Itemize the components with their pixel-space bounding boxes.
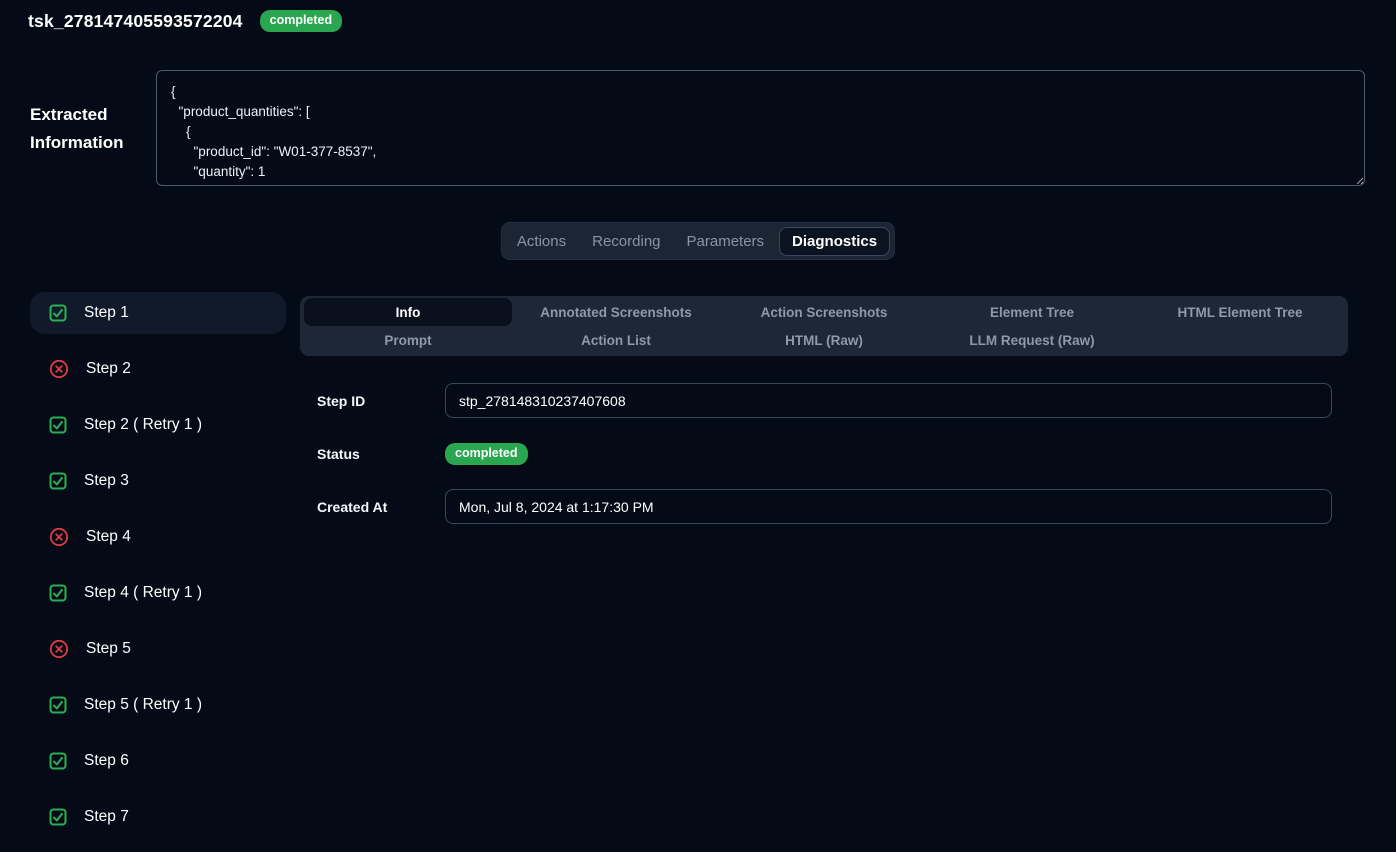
step-list: Step 1 Step 2 Step 2 ( Retry 1 ) Step 3 … <box>30 292 286 852</box>
tab-diagnostics[interactable]: Diagnostics <box>779 227 890 256</box>
x-circle-icon <box>49 359 69 379</box>
check-square-icon <box>49 584 67 602</box>
tab-actions[interactable]: Actions <box>506 227 577 256</box>
check-square-icon <box>49 416 67 434</box>
x-circle-icon <box>49 639 69 659</box>
check-square-icon <box>49 752 67 770</box>
step-list-item[interactable]: Step 1 <box>30 292 286 334</box>
main-tab-bar: Actions Recording Parameters Diagnostics <box>501 222 895 260</box>
x-circle-icon <box>49 527 69 547</box>
check-square-icon <box>49 472 67 490</box>
extracted-information-textarea[interactable]: { "product_quantities": [ { "product_id"… <box>156 70 1365 186</box>
task-header: tsk_278147405593572204 completed <box>28 10 342 32</box>
step-label: Step 5 <box>86 640 131 658</box>
step-label: Step 2 <box>86 360 131 378</box>
step-label: Step 3 <box>84 472 129 490</box>
step-label: Step 5 ( Retry 1 ) <box>84 696 202 714</box>
step-list-item[interactable]: Step 3 <box>30 460 286 502</box>
step-label: Step 2 ( Retry 1 ) <box>84 416 202 434</box>
subtab-html-raw[interactable]: HTML (Raw) <box>720 326 928 354</box>
subtab-prompt[interactable]: Prompt <box>304 326 512 354</box>
step-label: Step 7 <box>84 808 129 826</box>
step-list-item[interactable]: Step 2 ( Retry 1 ) <box>30 404 286 446</box>
step-list-item[interactable]: Step 4 <box>30 516 286 558</box>
task-status-badge: completed <box>260 10 343 32</box>
step-info-fields: Step ID Status completed Created At <box>300 383 1348 524</box>
subtab-action-list[interactable]: Action List <box>512 326 720 354</box>
step-label: Step 6 <box>84 752 129 770</box>
check-square-icon <box>49 304 67 322</box>
step-list-item[interactable]: Step 5 <box>30 628 286 670</box>
subtab-llm-request-raw[interactable]: LLM Request (Raw) <box>928 326 1136 354</box>
step-list-item[interactable]: Step 4 ( Retry 1 ) <box>30 572 286 614</box>
subtab-element-tree[interactable]: Element Tree <box>928 298 1136 326</box>
step-list-item[interactable]: Step 6 <box>30 740 286 782</box>
tab-recording[interactable]: Recording <box>581 227 671 256</box>
step-id-label: Step ID <box>300 393 445 409</box>
step-id-row: Step ID <box>300 383 1348 418</box>
step-label: Step 4 <box>86 528 131 546</box>
step-label: Step 4 ( Retry 1 ) <box>84 584 202 602</box>
tab-parameters[interactable]: Parameters <box>676 227 776 256</box>
subtab-action-screenshots[interactable]: Action Screenshots <box>720 298 928 326</box>
created-at-input[interactable] <box>445 489 1332 524</box>
status-row: Status completed <box>300 436 1348 471</box>
diagnostics-page: tsk_278147405593572204 completed Extract… <box>0 0 1396 826</box>
extracted-information-label: Extracted Information <box>30 101 162 157</box>
created-at-row: Created At <box>300 489 1348 524</box>
step-label: Step 1 <box>84 304 129 322</box>
diagnostics-panel: Info Annotated Screenshots Action Screen… <box>300 296 1348 542</box>
check-square-icon <box>49 696 67 714</box>
subtab-annotated-screenshots[interactable]: Annotated Screenshots <box>512 298 720 326</box>
subtab-html-element-tree[interactable]: HTML Element Tree <box>1136 298 1344 326</box>
created-at-label: Created At <box>300 499 445 515</box>
step-id-input[interactable] <box>445 383 1332 418</box>
step-list-item[interactable]: Step 2 <box>30 348 286 390</box>
diagnostics-subtab-bar: Info Annotated Screenshots Action Screen… <box>300 296 1348 356</box>
task-id: tsk_278147405593572204 <box>28 11 243 32</box>
status-label: Status <box>300 446 445 462</box>
check-square-icon <box>49 808 67 826</box>
step-list-item[interactable]: Step 5 ( Retry 1 ) <box>30 684 286 726</box>
step-list-item[interactable]: Step 7 <box>30 796 286 838</box>
subtab-info[interactable]: Info <box>304 298 512 326</box>
step-status-badge: completed <box>445 443 528 465</box>
